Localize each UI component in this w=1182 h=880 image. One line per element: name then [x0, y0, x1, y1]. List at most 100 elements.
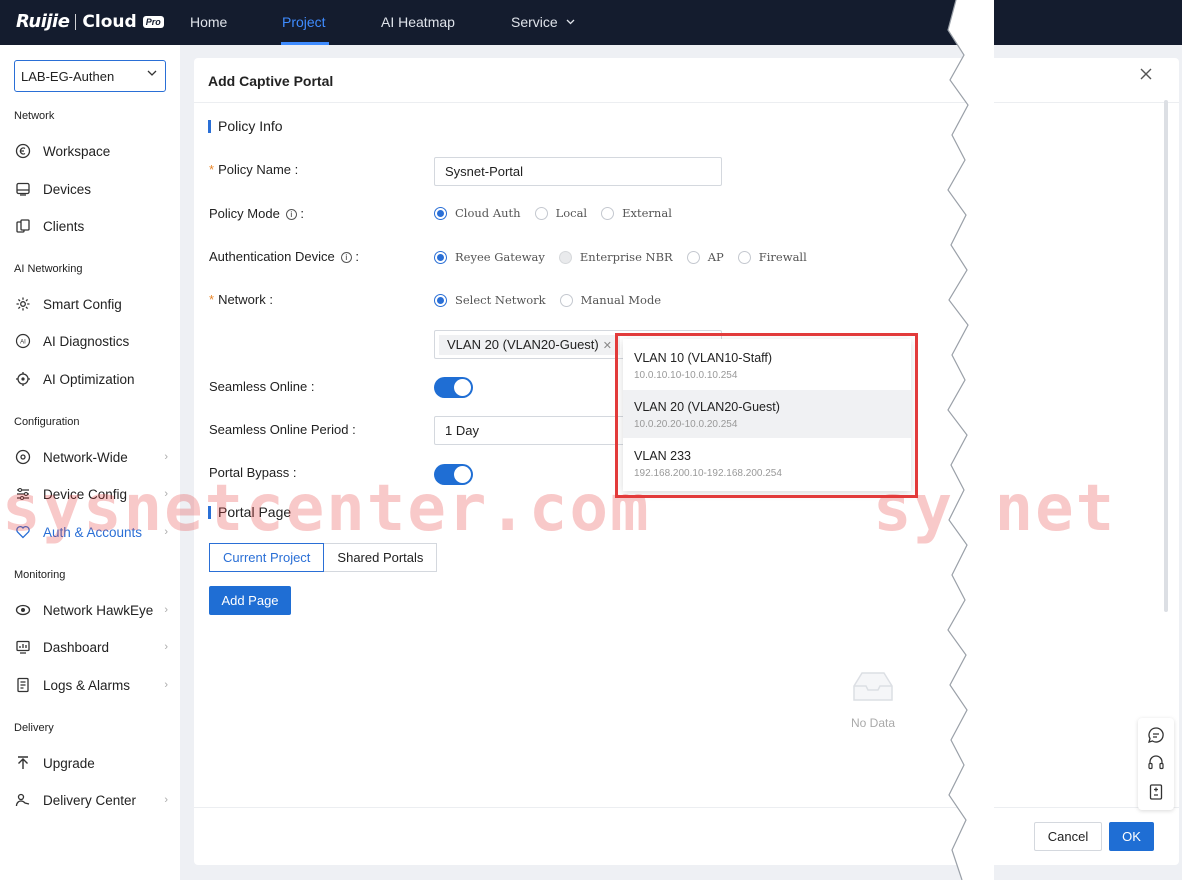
- sidebar-group-network: Network: [14, 110, 55, 122]
- radio-label: Enterprise NBR: [579, 250, 673, 264]
- ai-optimization-icon: [14, 370, 32, 388]
- sidebar-item-network-hawkeye[interactable]: Network HawkEye ›: [14, 598, 174, 622]
- seamless-online-toggle[interactable]: [434, 377, 473, 398]
- sidebar-item-label: Devices: [43, 181, 92, 197]
- ai-diagnostics-icon: AI: [14, 332, 32, 350]
- close-icon[interactable]: [1140, 68, 1152, 80]
- sidebar-item-label: Logs & Alarms: [43, 677, 131, 693]
- sidebar-item-label: Auth & Accounts: [43, 524, 143, 540]
- add-page-button[interactable]: Add Page: [209, 586, 291, 615]
- floating-tools: [1138, 718, 1174, 810]
- chat-icon[interactable]: [1147, 726, 1165, 744]
- sidebar-item-label: Delivery Center: [43, 792, 137, 808]
- radio-label: Cloud Auth: [455, 206, 521, 220]
- cancel-button[interactable]: Cancel: [1034, 822, 1102, 851]
- radio-button: [601, 206, 615, 220]
- active-nav-indicator: [281, 42, 329, 45]
- chevron-right-icon: ›: [164, 604, 168, 616]
- sidebar-item-delivery-center[interactable]: Delivery Center ›: [14, 788, 174, 812]
- logo-divider: [75, 13, 77, 30]
- sidebar-item-ai-diagnostics[interactable]: AI AI Diagnostics: [14, 329, 174, 353]
- sidebar-item-network-wide[interactable]: Network-Wide ›: [14, 445, 174, 469]
- radio-label: Reyee Gateway: [455, 250, 545, 264]
- sidebar-item-label: Upgrade: [43, 755, 95, 771]
- seamless-period-label: Seamless Online Period :: [209, 422, 356, 437]
- radio-select-network[interactable]: Select Network: [434, 293, 546, 307]
- radio-manual-mode[interactable]: Manual Mode: [559, 293, 661, 307]
- ok-button[interactable]: OK: [1109, 822, 1154, 851]
- radio-enterprise-nbr[interactable]: Enterprise NBR: [558, 250, 673, 264]
- info-icon[interactable]: i: [340, 252, 352, 263]
- sidebar-item-workspace[interactable]: Workspace: [14, 139, 174, 163]
- seamless-online-label-text: Seamless Online: [209, 379, 308, 394]
- sidebar-item-label: Smart Config: [43, 296, 122, 312]
- nav-service[interactable]: Service: [511, 14, 575, 30]
- section-portal-page: Portal Page: [208, 504, 291, 520]
- radio-button: [434, 250, 447, 264]
- shield-heart-icon: [14, 523, 32, 541]
- sidebar-item-upgrade[interactable]: Upgrade: [14, 751, 174, 775]
- sidebar-item-device-config[interactable]: Device Config ›: [14, 482, 174, 506]
- sidebar-group-configuration: Configuration: [14, 416, 80, 428]
- clients-icon: [14, 217, 32, 235]
- headset-icon[interactable]: [1147, 754, 1165, 772]
- sidebar-item-label: AI Optimization: [43, 371, 135, 387]
- empty-inbox-icon: [853, 672, 893, 701]
- radio-label: Local: [555, 206, 588, 220]
- radio-label: Select Network: [455, 293, 546, 307]
- sidebar-item-auth-accounts[interactable]: Auth & Accounts ›: [14, 520, 174, 544]
- portal-bypass-label-text: Portal Bypass: [209, 465, 290, 480]
- chevron-right-icon: ›: [164, 451, 168, 463]
- network-radio-group: Select Network Manual Mode: [434, 293, 675, 307]
- sidebar-item-clients[interactable]: Clients: [14, 214, 174, 238]
- portal-bypass-label: Portal Bypass :: [209, 465, 297, 480]
- ruijie-cloud-logo[interactable]: Ruijie Cloud Pro: [16, 11, 164, 32]
- sidebar: LAB-EG-Authen Network Workspace Devices …: [0, 45, 180, 880]
- sidebar-item-devices[interactable]: Devices: [14, 177, 174, 201]
- chevron-right-icon: ›: [164, 526, 168, 538]
- sidebar-item-dashboard[interactable]: Dashboard ›: [14, 635, 174, 659]
- policy-mode-label-text: Policy Mode: [209, 206, 280, 221]
- chevron-right-icon: ›: [164, 679, 168, 691]
- network-wide-icon: [14, 448, 32, 466]
- radio-local[interactable]: Local: [534, 206, 588, 220]
- nav-project[interactable]: Project: [282, 14, 326, 30]
- tab-shared-portals[interactable]: Shared Portals: [324, 543, 438, 572]
- radio-label: AP: [707, 250, 724, 264]
- portal-bypass-toggle[interactable]: [434, 464, 473, 485]
- radio-reyee-gateway[interactable]: Reyee Gateway: [434, 250, 545, 264]
- nav-home[interactable]: Home: [190, 14, 227, 30]
- network-tag-label: VLAN 20 (VLAN20-Guest): [447, 337, 599, 352]
- close-icon[interactable]: ✕: [603, 340, 612, 352]
- radio-firewall[interactable]: Firewall: [737, 250, 807, 264]
- sidebar-item-label: Network-Wide: [43, 449, 128, 465]
- chevron-down-icon: [566, 19, 575, 25]
- radio-ap[interactable]: AP: [686, 250, 724, 264]
- portal-tabs: Current Project Shared Portals: [209, 543, 438, 572]
- sidebar-item-label: AI Diagnostics: [43, 333, 130, 349]
- radio-cloud-auth[interactable]: Cloud Auth: [434, 206, 521, 220]
- sidebar-item-smart-config[interactable]: Smart Config: [14, 292, 174, 316]
- network-label: * Network :: [209, 292, 273, 307]
- chevron-right-icon: ›: [164, 794, 168, 806]
- radio-button: [434, 293, 447, 307]
- sidebar-item-label: Workspace: [43, 143, 111, 159]
- logo-pro-badge: Pro: [142, 15, 164, 28]
- clipboard-icon[interactable]: [1147, 783, 1165, 801]
- logo-brand: Ruijie: [16, 11, 70, 32]
- sidebar-item-logs-alarms[interactable]: Logs & Alarms ›: [14, 673, 174, 697]
- radio-external[interactable]: External: [601, 206, 672, 220]
- gear-icon: [14, 295, 32, 313]
- info-icon[interactable]: i: [285, 209, 297, 220]
- workspace-icon: [14, 142, 32, 160]
- policy-mode-radio-group: Cloud Auth Local External: [434, 206, 686, 220]
- dialog-scrollbar[interactable]: [1164, 100, 1168, 612]
- svg-text:AI: AI: [20, 340, 26, 346]
- required-mark: *: [209, 162, 215, 177]
- sidebar-item-ai-optimization[interactable]: AI Optimization: [14, 367, 174, 391]
- tab-current-project[interactable]: Current Project: [209, 543, 325, 572]
- project-selector[interactable]: LAB-EG-Authen: [14, 60, 166, 92]
- sidebar-item-label: Dashboard: [43, 639, 110, 655]
- policy-name-input[interactable]: Sysnet-Portal: [434, 157, 722, 186]
- nav-ai-heatmap[interactable]: AI Heatmap: [381, 14, 455, 30]
